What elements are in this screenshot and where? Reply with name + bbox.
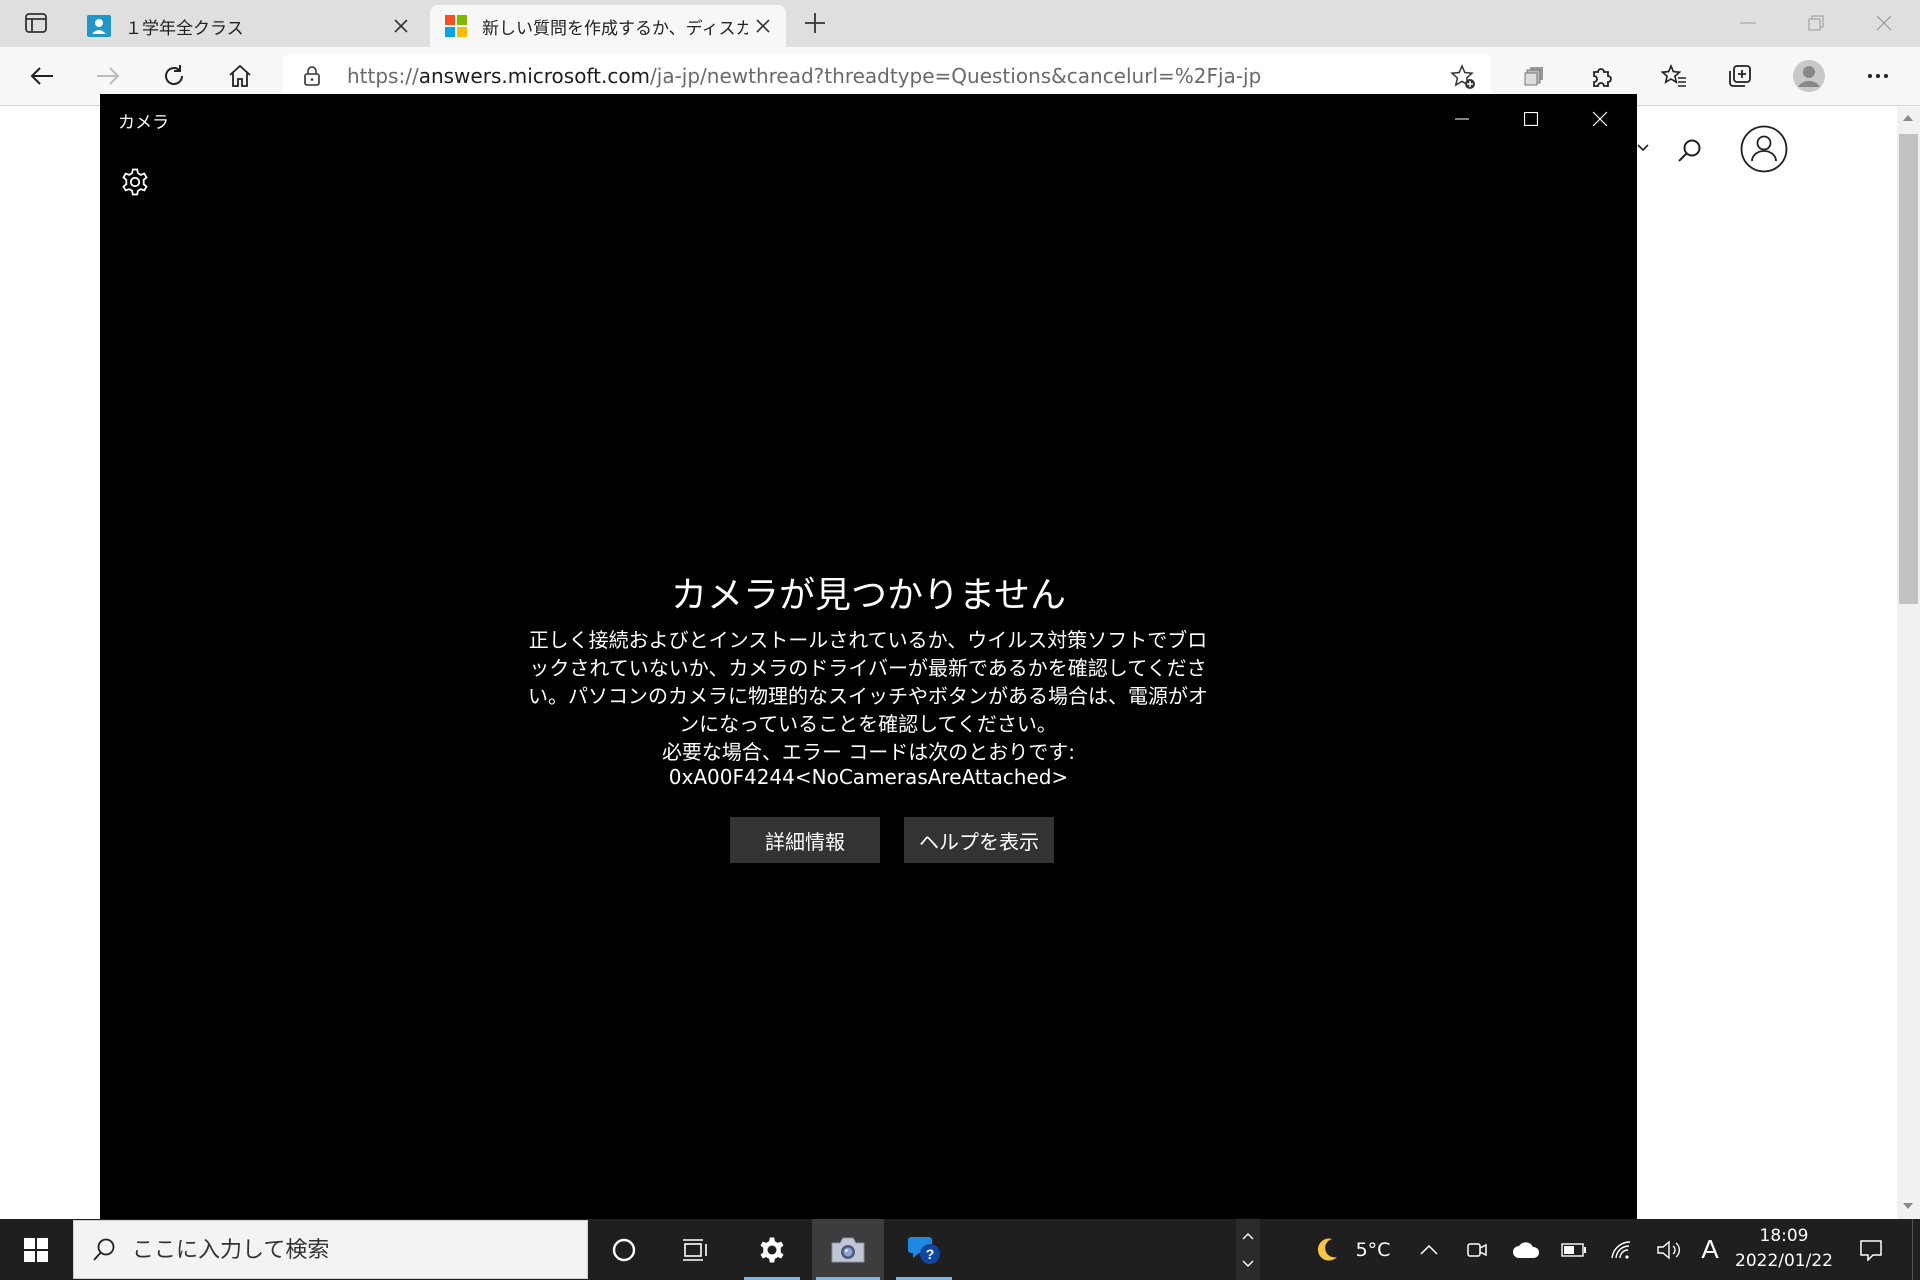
- forward-button[interactable]: [86, 54, 130, 98]
- home-button[interactable]: [218, 54, 262, 98]
- wifi-icon[interactable]: [1605, 1219, 1639, 1280]
- window-title: カメラ: [118, 113, 169, 133]
- camera-minimize-button[interactable]: [1427, 94, 1496, 144]
- error-code-label: 必要な場合、エラー コードは次のとおりです:: [661, 740, 1076, 764]
- add-favorite-icon[interactable]: [1450, 64, 1476, 90]
- back-button[interactable]: [20, 54, 64, 98]
- notifications-icon[interactable]: [1850, 1219, 1892, 1280]
- camera-settings-gear-icon[interactable]: [120, 167, 150, 197]
- onedrive-cloud-icon[interactable]: [1509, 1219, 1543, 1280]
- meet-now-icon[interactable]: [1462, 1219, 1492, 1280]
- url-scheme: https://: [347, 64, 419, 88]
- chevron-down-icon[interactable]: [1637, 143, 1649, 153]
- camera-maximize-button[interactable]: [1496, 94, 1565, 144]
- settings-app-icon[interactable]: [740, 1219, 804, 1280]
- collections-sync-icon[interactable]: [1513, 54, 1557, 98]
- close-window-button[interactable]: [1862, 1, 1906, 45]
- url-text[interactable]: https://answers.microsoft.com/ja-jp/newt…: [347, 55, 1261, 97]
- get-help-app-icon[interactable]: ?: [892, 1219, 956, 1280]
- microsoft-favicon-icon: [444, 14, 468, 38]
- tab-title: 新しい質問を作成するか、ディスカッション: [482, 18, 748, 39]
- clock-date: 2022/01/22: [1735, 1251, 1833, 1271]
- error-code: 0xA00F4244<NoCamerasAreAttached>: [668, 765, 1069, 789]
- clock-time: 18:09: [1759, 1226, 1809, 1246]
- weather-temperature[interactable]: 5°C: [1348, 1219, 1398, 1280]
- cortana-icon[interactable]: [592, 1219, 656, 1280]
- camera-app-window: カメラ カメラが見つかりません 正しく接続およびとインストールされているか、ウイ…: [100, 94, 1637, 1220]
- windows-taskbar: ここに入力して検索 ? 5°C A 18:09 2022/01/22: [0, 1219, 1920, 1280]
- scroll-up-arrow-icon[interactable]: [1903, 115, 1913, 121]
- start-windows-icon[interactable]: [4, 1219, 68, 1280]
- restore-window-button[interactable]: [1794, 1, 1838, 45]
- taskbar-clock[interactable]: 18:09 2022/01/22: [1724, 1219, 1844, 1280]
- tab-class-list[interactable]: １学年全クラス: [73, 5, 424, 47]
- address-bar[interactable]: https://answers.microsoft.com/ja-jp/newt…: [283, 55, 1491, 97]
- camera-close-button[interactable]: [1565, 94, 1634, 144]
- ime-input-indicator[interactable]: A: [1696, 1219, 1724, 1280]
- new-tab-button[interactable]: [793, 1, 837, 45]
- web-page-background: [1637, 107, 1897, 1219]
- refresh-button[interactable]: [152, 54, 196, 98]
- weather-moon-icon[interactable]: [1308, 1219, 1344, 1280]
- battery-icon[interactable]: [1557, 1219, 1591, 1280]
- favorites-icon[interactable]: [1652, 54, 1696, 98]
- taskbar-scroll-arrows[interactable]: [1236, 1219, 1260, 1280]
- url-host: answers.microsoft.com: [418, 64, 651, 88]
- task-view-icon[interactable]: [663, 1219, 727, 1280]
- error-description: 正しく接続およびとインストールされているか、ウイルス対策ソフトでブロックされてい…: [528, 628, 1208, 736]
- extensions-icon[interactable]: [1580, 54, 1624, 98]
- scrollbar-thumb[interactable]: [1899, 134, 1918, 604]
- svg-text:?: ?: [926, 1246, 935, 1262]
- classroom-favicon-icon: [87, 14, 111, 38]
- tab-new-thread[interactable]: 新しい質問を作成するか、ディスカッション: [430, 5, 786, 47]
- details-button[interactable]: 詳細情報: [730, 817, 880, 863]
- camera-app-icon[interactable]: [812, 1219, 884, 1280]
- search-placeholder: ここに入力して検索: [132, 1238, 330, 1263]
- url-path: /ja-jp/newthread?threadtype=Questions&ca…: [650, 64, 1262, 88]
- profile-avatar-icon[interactable]: [1787, 54, 1831, 98]
- minimize-window-button[interactable]: [1726, 1, 1770, 45]
- settings-more-icon[interactable]: [1856, 54, 1900, 98]
- tab-close-icon[interactable]: [386, 11, 416, 41]
- error-title: カメラが見つかりません: [671, 575, 1066, 616]
- show-hidden-icons-icon[interactable]: [1414, 1219, 1444, 1280]
- sign-in-avatar-icon[interactable]: [1740, 125, 1788, 173]
- search-icon[interactable]: [1677, 137, 1703, 163]
- show-desktop-button[interactable]: [1912, 1219, 1920, 1280]
- tab-title: １学年全クラス: [125, 18, 244, 39]
- search-icon: [92, 1237, 116, 1263]
- scroll-down-arrow-icon[interactable]: [1903, 1203, 1913, 1209]
- tab-actions-icon[interactable]: [14, 1, 58, 45]
- browser-tab-bar: １学年全クラス 新しい質問を作成するか、ディスカッション: [0, 0, 1920, 47]
- taskbar-search-box[interactable]: ここに入力して検索: [73, 1220, 588, 1279]
- tab-close-icon[interactable]: [748, 11, 778, 41]
- collections-icon[interactable]: [1718, 54, 1762, 98]
- volume-speaker-icon[interactable]: [1652, 1219, 1686, 1280]
- lock-icon[interactable]: [303, 66, 321, 86]
- show-help-button[interactable]: ヘルプを表示: [904, 817, 1054, 863]
